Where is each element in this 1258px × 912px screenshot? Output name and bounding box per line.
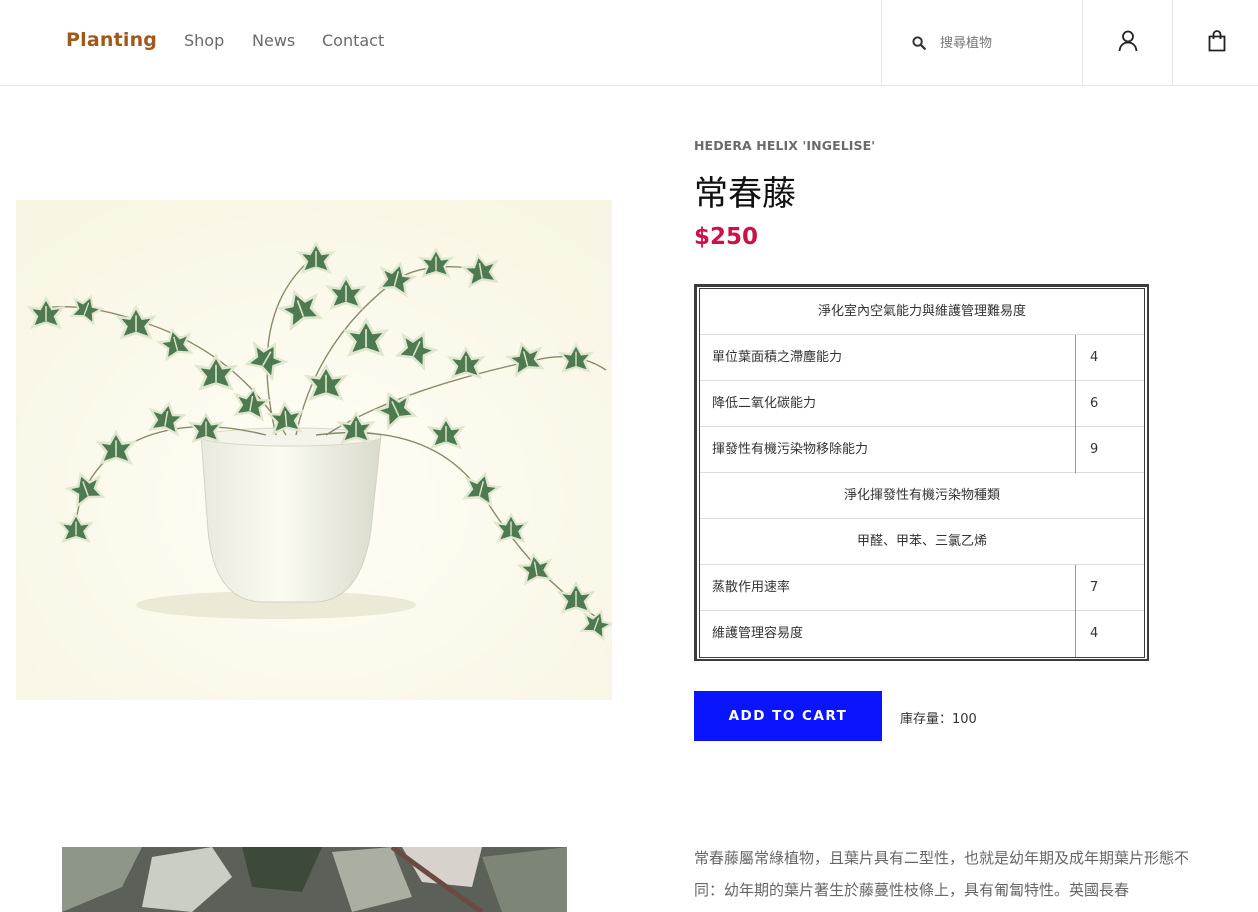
spec-row: 單位葉面積之滯塵能力 4 bbox=[700, 335, 1144, 381]
spec-subheader-row: 淨化揮發性有機污染物種類 bbox=[700, 473, 1144, 519]
search-input[interactable] bbox=[940, 31, 1070, 55]
spec-subheader: 淨化揮發性有機污染物種類 bbox=[843, 488, 1000, 503]
spec-header-row: 淨化室內空氣能力與維護管理難易度 bbox=[700, 289, 1144, 335]
brand-logo[interactable]: Planting bbox=[66, 29, 157, 51]
spec-pollutants: 甲醛、甲苯、三氯乙烯 bbox=[856, 534, 987, 549]
spec-header: 淨化室內空氣能力與維護管理難易度 bbox=[817, 304, 1026, 319]
spec-label: 蒸散作用速率 bbox=[712, 580, 791, 595]
search-icon[interactable] bbox=[912, 36, 926, 50]
spec-row: 揮發性有機污染物移除能力 9 bbox=[700, 427, 1144, 473]
site-header: Planting Shop News Contact bbox=[0, 0, 1258, 86]
stock-count: 庫存量：100 bbox=[900, 712, 977, 727]
spec-row: 降低二氧化碳能力 6 bbox=[700, 381, 1144, 427]
spec-label: 單位葉面積之滯塵能力 bbox=[712, 350, 843, 365]
cart-button[interactable] bbox=[1173, 0, 1258, 85]
product-detail-image bbox=[62, 847, 567, 912]
account-button[interactable] bbox=[1083, 0, 1173, 85]
spec-row: 蒸散作用速率 7 bbox=[700, 565, 1144, 611]
product-price: $250 bbox=[694, 224, 759, 250]
spec-value: 9 bbox=[1075, 427, 1146, 473]
spec-value: 7 bbox=[1075, 565, 1146, 611]
spec-table: 淨化室內空氣能力與維護管理難易度 單位葉面積之滯塵能力 4 降低二氧化碳能力 6… bbox=[694, 284, 1149, 661]
spec-value: 4 bbox=[1075, 335, 1146, 381]
user-icon bbox=[1118, 30, 1138, 52]
product-title: 常春藤 bbox=[694, 174, 796, 214]
spec-value: 6 bbox=[1075, 381, 1146, 427]
nav-shop[interactable]: Shop bbox=[184, 31, 224, 50]
spec-pollutants-row: 甲醛、甲苯、三氯乙烯 bbox=[700, 519, 1144, 565]
search-box bbox=[881, 0, 1083, 85]
product-description: 常春藤屬常綠植物，且葉片具有二型性，也就是幼年期及成年期葉片形態不 同：幼年期的… bbox=[694, 849, 1190, 899]
spec-value: 4 bbox=[1075, 611, 1146, 657]
shopping-bag-icon bbox=[1208, 30, 1226, 52]
product-image bbox=[16, 200, 616, 700]
product-latin-name: HEDERA HELIX 'INGELISE' bbox=[694, 138, 876, 153]
spec-row: 維護管理容易度 4 bbox=[700, 611, 1144, 657]
nav-contact[interactable]: Contact bbox=[322, 31, 384, 50]
add-to-cart-button[interactable]: ADD TO CART bbox=[694, 691, 882, 741]
spec-label: 降低二氧化碳能力 bbox=[712, 396, 817, 411]
nav-news[interactable]: News bbox=[252, 31, 295, 50]
spec-label: 維護管理容易度 bbox=[712, 626, 804, 641]
spec-label: 揮發性有機污染物移除能力 bbox=[712, 442, 869, 457]
